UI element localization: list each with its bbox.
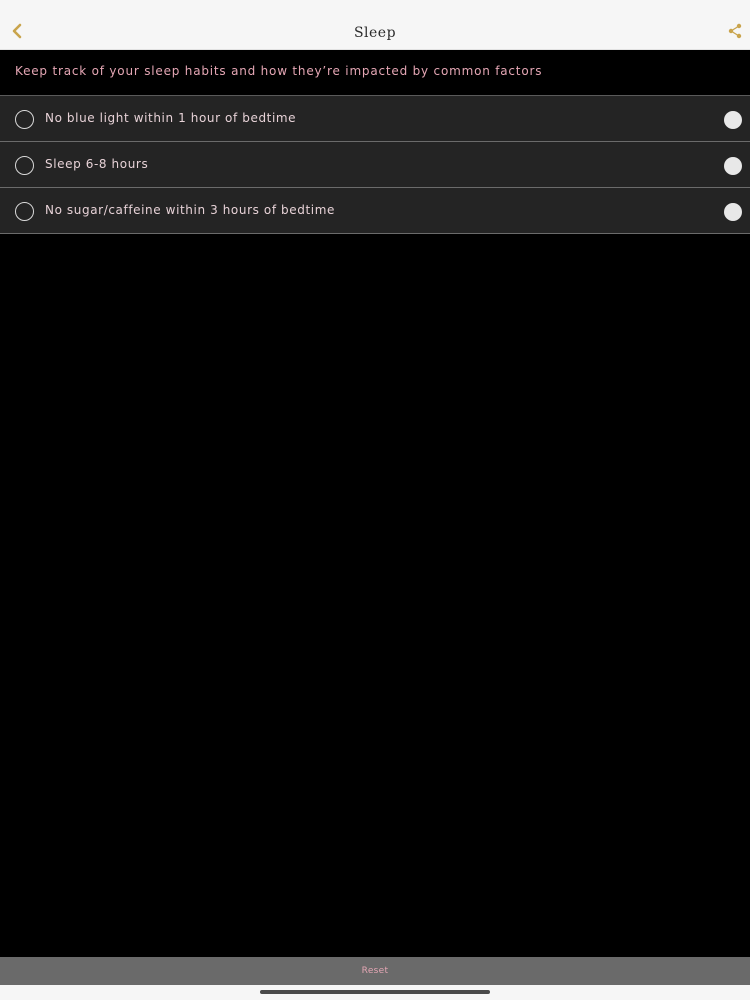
bottom-toolbar: Reset bbox=[0, 957, 750, 985]
habit-label: No sugar/caffeine within 3 hours of bedt… bbox=[45, 203, 335, 217]
habit-radio-button[interactable] bbox=[15, 110, 34, 129]
status-bar bbox=[0, 0, 750, 16]
habit-label: Sleep 6-8 hours bbox=[45, 157, 149, 171]
chevron-left-icon bbox=[11, 23, 23, 43]
page-description: Keep track of your sleep habits and how … bbox=[15, 64, 543, 78]
habit-radio-button[interactable] bbox=[15, 202, 34, 221]
habit-row-blue-light[interactable]: No blue light within 1 hour of bedtime bbox=[0, 96, 750, 142]
habit-row-sugar-caffeine[interactable]: No sugar/caffeine within 3 hours of bedt… bbox=[0, 188, 750, 234]
navigation-bar: Sleep bbox=[0, 16, 750, 50]
habit-row-sleep-hours[interactable]: Sleep 6-8 hours bbox=[0, 142, 750, 188]
habit-status-toggle[interactable] bbox=[724, 203, 742, 221]
habit-radio-button[interactable] bbox=[15, 156, 34, 175]
sleep-screen: Sleep Keep track of your sleep habits an… bbox=[0, 0, 750, 1000]
page-title: Sleep bbox=[353, 25, 397, 41]
home-indicator[interactable] bbox=[260, 990, 490, 994]
share-button[interactable] bbox=[724, 22, 746, 44]
habit-list: No blue light within 1 hour of bedtime S… bbox=[0, 95, 750, 234]
habit-status-toggle[interactable] bbox=[724, 157, 742, 175]
reset-button[interactable]: Reset bbox=[362, 966, 389, 976]
home-indicator-area bbox=[0, 985, 750, 1000]
habit-label: No blue light within 1 hour of bedtime bbox=[45, 111, 297, 125]
share-icon bbox=[727, 23, 743, 43]
back-button[interactable] bbox=[6, 21, 28, 45]
habit-status-toggle[interactable] bbox=[724, 111, 742, 129]
